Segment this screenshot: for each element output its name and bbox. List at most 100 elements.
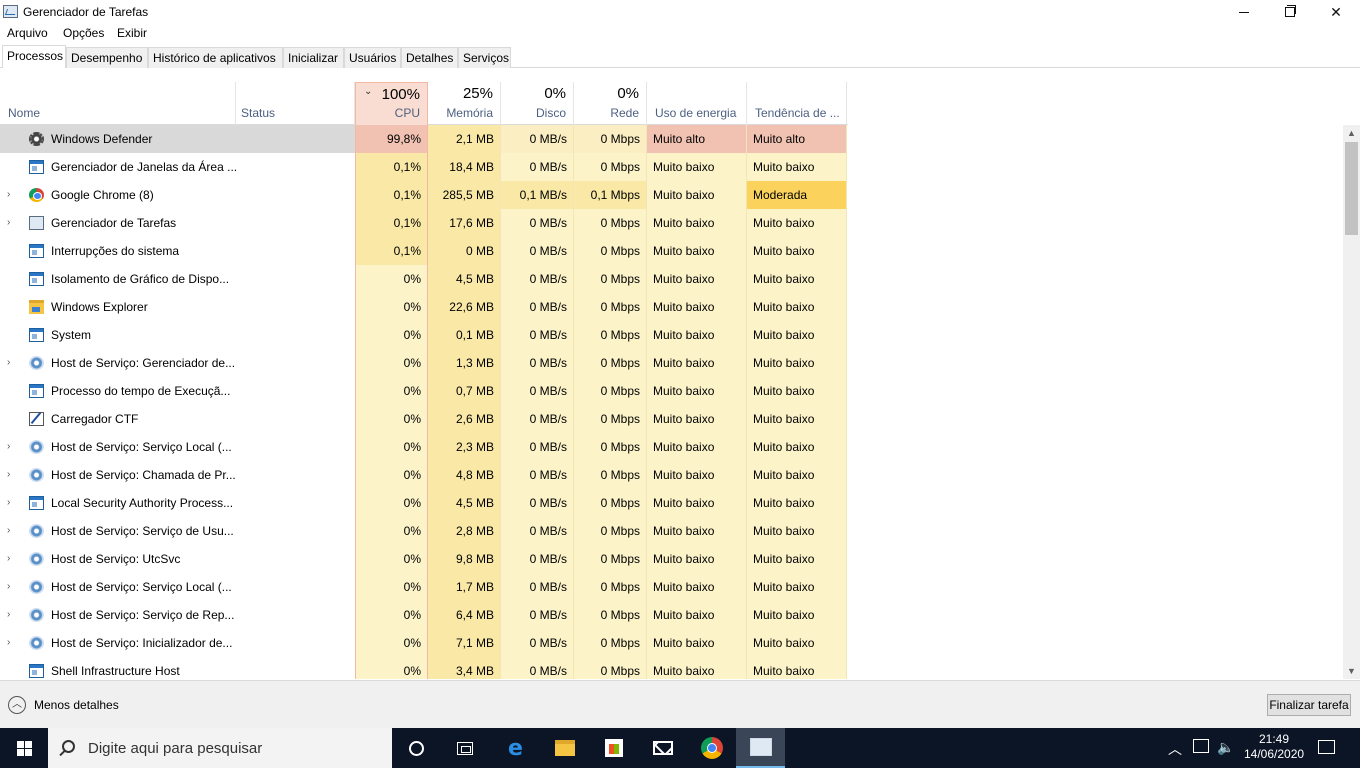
table-row[interactable]: › Local Security Authority Process... 0% 4,… xyxy=(0,489,848,517)
cell-power: Muito baixo xyxy=(647,237,747,265)
edge-button[interactable]: e xyxy=(491,728,540,768)
column-cpu[interactable]: ⌄ 100% CPU xyxy=(355,82,428,125)
minimize-button[interactable] xyxy=(1221,0,1267,24)
tray-overflow-icon[interactable]: ︿ xyxy=(1168,739,1182,768)
cortana-button[interactable] xyxy=(392,728,441,768)
table-row[interactable]: › Gerenciador de Tarefas 0,1% 17,6 MB 0 MB/s… xyxy=(0,209,848,237)
window-icon xyxy=(29,272,44,286)
cell-name: › Host de Serviço: Serviço de Usu... xyxy=(0,517,236,545)
table-row[interactable]: Carregador CTF 0% 2,6 MB 0 MB/s 0 Mbps Muito … xyxy=(0,405,848,433)
chevron-right-icon[interactable]: › xyxy=(7,489,19,517)
table-row[interactable]: › Host de Serviço: Chamada de Pr... 0% 4,8 … xyxy=(0,461,848,489)
chevron-right-icon[interactable]: › xyxy=(7,461,19,489)
taskbar-search[interactable]: Digite aqui para pesquisar xyxy=(48,728,392,768)
table-row[interactable]: Gerenciador de Janelas da Área ... 0,1% 18… xyxy=(0,153,848,181)
table-row[interactable]: Windows Defender 99,8% 2,1 MB 0 MB/s 0 Mbps M… xyxy=(0,125,848,153)
cell-disk: 0 MB/s xyxy=(501,601,574,629)
column-network[interactable]: 0% Rede xyxy=(574,82,647,125)
table-row[interactable]: Shell Infrastructure Host 0% 3,4 MB 0 MB/s 0… xyxy=(0,657,848,679)
chevron-right-icon[interactable]: › xyxy=(7,349,19,377)
store-button[interactable] xyxy=(589,728,638,768)
table-row[interactable]: › Host de Serviço: Serviço Local (... 0% 2,… xyxy=(0,433,848,461)
clock[interactable]: 21:49 14/06/2020 xyxy=(1244,732,1304,768)
task-view-button[interactable] xyxy=(440,728,489,768)
cell-trend: Muito baixo xyxy=(747,517,847,545)
cell-cpu: 0% xyxy=(355,573,428,601)
table-row[interactable]: › Host de Serviço: UtcSvc 0% 9,8 MB 0 MB/s 0 … xyxy=(0,545,848,573)
column-power-label: Uso de energia xyxy=(655,106,737,120)
chevron-right-icon[interactable]: › xyxy=(7,181,19,209)
window-icon xyxy=(29,384,44,398)
chevron-right-icon[interactable]: › xyxy=(7,517,19,545)
cell-network: 0 Mbps xyxy=(574,265,647,293)
column-name[interactable]: Nome xyxy=(0,82,236,125)
cell-power: Muito baixo xyxy=(647,349,747,377)
cell-power: Muito baixo xyxy=(647,573,747,601)
tab-servicos[interactable]: Serviços xyxy=(458,47,511,68)
cell-power: Muito baixo xyxy=(647,209,747,237)
file-explorer-button[interactable] xyxy=(540,728,589,768)
maximize-button[interactable] xyxy=(1267,0,1313,24)
less-details-button[interactable]: Menos detalhes xyxy=(34,698,119,712)
task-manager-taskbar-button[interactable] xyxy=(736,728,785,768)
start-button[interactable] xyxy=(0,728,48,768)
table-row[interactable]: › Host de Serviço: Serviço de Rep... 0% 6,4… xyxy=(0,601,848,629)
menu-arquivo[interactable]: Arquivo xyxy=(7,26,48,40)
tab-detalhes[interactable]: Detalhes xyxy=(401,47,458,68)
volume-icon[interactable]: 🔈 xyxy=(1217,739,1234,768)
mail-button[interactable] xyxy=(638,728,687,768)
scroll-up-icon[interactable]: ▲ xyxy=(1343,128,1360,138)
table-row[interactable]: › Host de Serviço: Serviço Local (... 0% 1,… xyxy=(0,573,848,601)
windows-logo-icon xyxy=(25,749,32,756)
end-task-button[interactable]: Finalizar tarefa xyxy=(1267,694,1351,716)
chevron-right-icon[interactable]: › xyxy=(7,545,19,573)
table-row[interactable]: Isolamento de Gráfico de Dispo... 0% 4,5 M… xyxy=(0,265,848,293)
tab-inicializar[interactable]: Inicializar xyxy=(283,47,344,68)
menu-exibir[interactable]: Exibir xyxy=(117,26,147,40)
vertical-scrollbar[interactable]: ▲ ▼ xyxy=(1343,125,1360,679)
chevron-right-icon[interactable]: › xyxy=(7,433,19,461)
tab-desempenho[interactable]: Desempenho xyxy=(66,47,148,68)
chrome-button[interactable] xyxy=(687,728,736,768)
table-row[interactable]: › Host de Serviço: Gerenciador de... 0% 1,3… xyxy=(0,349,848,377)
cell-status xyxy=(236,601,355,629)
cell-power: Muito baixo xyxy=(647,377,747,405)
column-power[interactable]: Uso de energia xyxy=(647,82,747,125)
table-row[interactable]: › Google Chrome (8) 0,1% 285,5 MB 0,1 MB/s 0,… xyxy=(0,181,848,209)
tab-processos[interactable]: Processos xyxy=(2,45,66,68)
cell-network: 0,1 Mbps xyxy=(574,181,647,209)
column-disk[interactable]: 0% Disco xyxy=(501,82,574,125)
tab-historico[interactable]: Histórico de aplicativos xyxy=(148,47,283,68)
scroll-down-icon[interactable]: ▼ xyxy=(1343,666,1360,676)
taskbar: Digite aqui para pesquisar e ︿ 🔈 21:49 1… xyxy=(0,728,1360,768)
table-row[interactable]: Processo do tempo de Execuçã... 0% 0,7 MB 0… xyxy=(0,377,848,405)
window-icon xyxy=(29,160,44,174)
cell-memory: 2,3 MB xyxy=(428,433,501,461)
table-row[interactable]: Interrupções do sistema 0,1% 0 MB 0 MB/s 0 M… xyxy=(0,237,848,265)
tab-usuarios[interactable]: Usuários xyxy=(344,47,401,68)
chevron-right-icon[interactable]: › xyxy=(7,601,19,629)
chevron-right-icon[interactable]: › xyxy=(7,209,19,237)
notification-icon[interactable] xyxy=(1318,740,1335,754)
table-row[interactable]: Windows Explorer 0% 22,6 MB 0 MB/s 0 Mbps Mui… xyxy=(0,293,848,321)
column-trend[interactable]: Tendência de ... xyxy=(747,82,847,125)
table-row[interactable]: › Host de Serviço: Inicializador de... 0% 7… xyxy=(0,629,848,657)
scroll-thumb[interactable] xyxy=(1345,142,1358,235)
chevron-right-icon[interactable]: › xyxy=(7,629,19,657)
table-row[interactable]: › Host de Serviço: Serviço de Usu... 0% 2,8… xyxy=(0,517,848,545)
gear-icon xyxy=(29,580,44,594)
chevron-right-icon[interactable]: › xyxy=(7,573,19,601)
cell-status xyxy=(236,433,355,461)
table-row[interactable]: System 0% 0,1 MB 0 MB/s 0 Mbps Muito baixo Mui… xyxy=(0,321,848,349)
cell-network: 0 Mbps xyxy=(574,377,647,405)
cell-trend: Muito baixo xyxy=(747,349,847,377)
network-icon[interactable] xyxy=(1193,739,1209,753)
close-button[interactable]: ✕ xyxy=(1313,0,1359,24)
menu-opcoes[interactable]: Opções xyxy=(63,26,104,40)
process-name: Interrupções do sistema xyxy=(51,244,180,258)
chevron-up-icon[interactable]: ︿ xyxy=(8,696,26,714)
disk-total: 0% xyxy=(544,85,566,102)
column-memory[interactable]: 25% Memória xyxy=(428,82,501,125)
column-status[interactable]: Status xyxy=(236,82,355,125)
cell-trend: Muito baixo xyxy=(747,153,847,181)
